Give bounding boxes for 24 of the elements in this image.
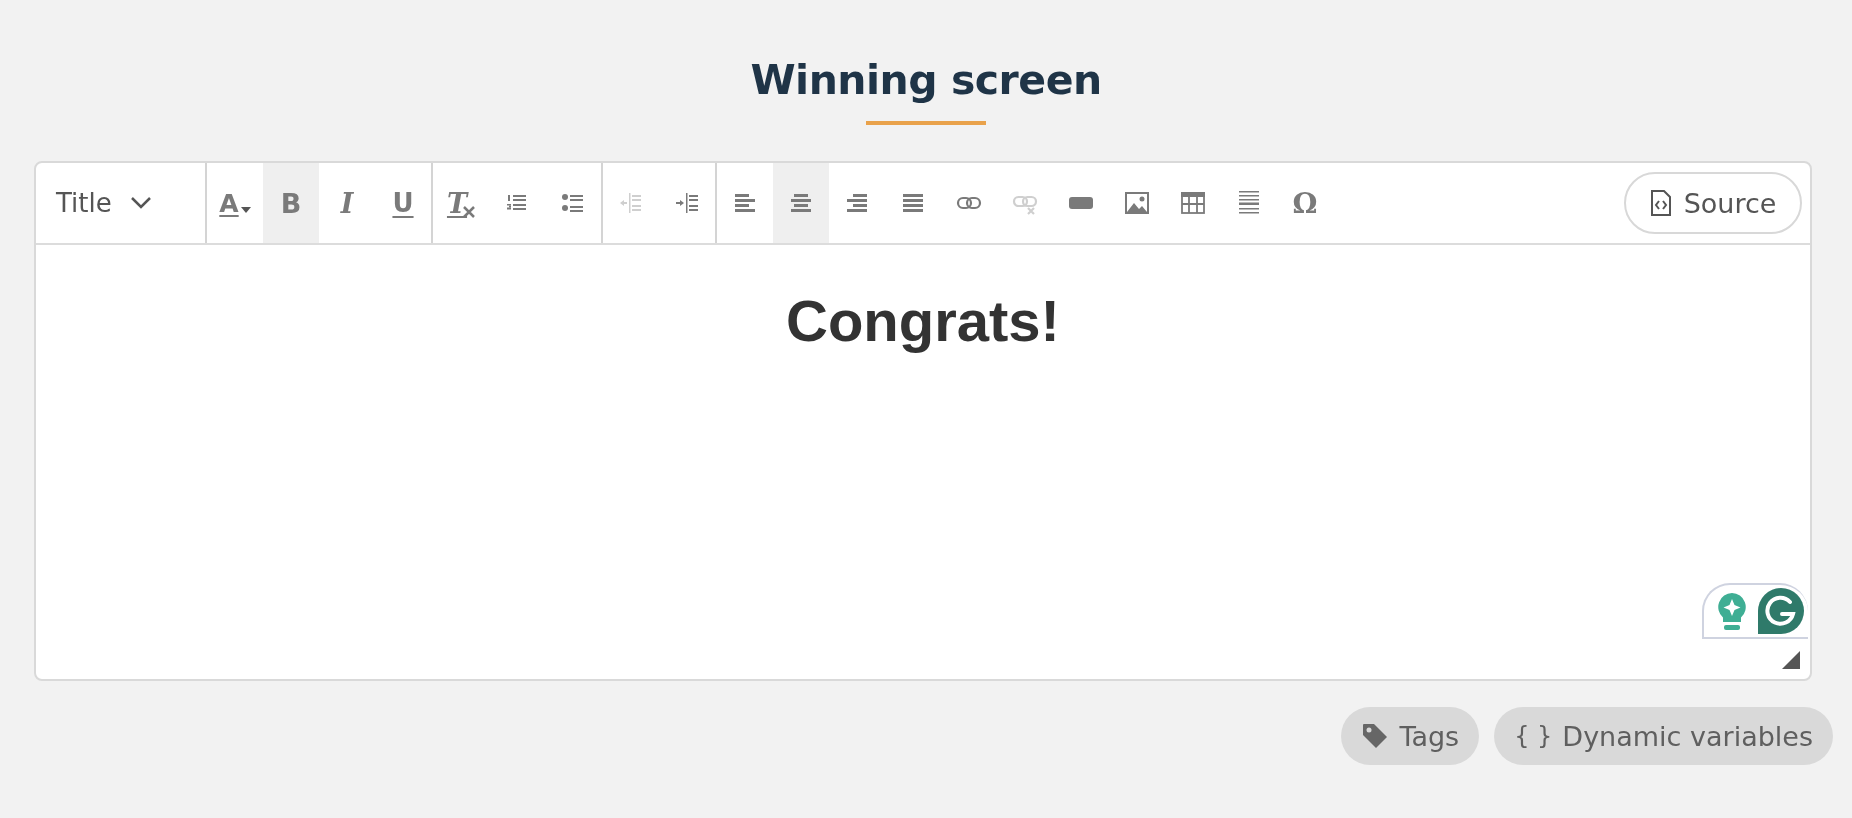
writing-assistant-widget[interactable] bbox=[1702, 583, 1808, 639]
braces-icon: { } bbox=[1514, 722, 1553, 750]
resize-handle-icon[interactable] bbox=[1782, 651, 1800, 669]
special-character-button[interactable]: Ω bbox=[1277, 163, 1333, 243]
italic-button[interactable]: I bbox=[319, 163, 375, 243]
remove-format-button[interactable]: T bbox=[433, 163, 489, 243]
g-logo-icon[interactable] bbox=[1758, 588, 1804, 634]
dynamic-variables-button[interactable]: { } Dynamic variables bbox=[1494, 707, 1833, 765]
source-button[interactable]: Source bbox=[1624, 172, 1802, 234]
code-file-icon bbox=[1649, 189, 1672, 217]
chevron-down-icon bbox=[129, 196, 152, 210]
tag-icon bbox=[1361, 722, 1390, 750]
bold-button[interactable]: B bbox=[263, 163, 319, 243]
caret-icon bbox=[240, 207, 251, 213]
align-center-button[interactable] bbox=[773, 163, 829, 243]
congrats-heading: Congrats! bbox=[786, 287, 1060, 354]
format-dropdown[interactable]: Title bbox=[36, 163, 207, 243]
page-title: Winning screen bbox=[750, 56, 1102, 104]
tags-button[interactable]: Tags bbox=[1341, 707, 1480, 765]
image-icon bbox=[1123, 189, 1151, 217]
table-icon bbox=[1179, 189, 1207, 217]
text-color-button[interactable]: A bbox=[207, 163, 263, 243]
underline-button[interactable]: U bbox=[375, 163, 431, 243]
lightbulb-icon[interactable] bbox=[1716, 591, 1748, 631]
